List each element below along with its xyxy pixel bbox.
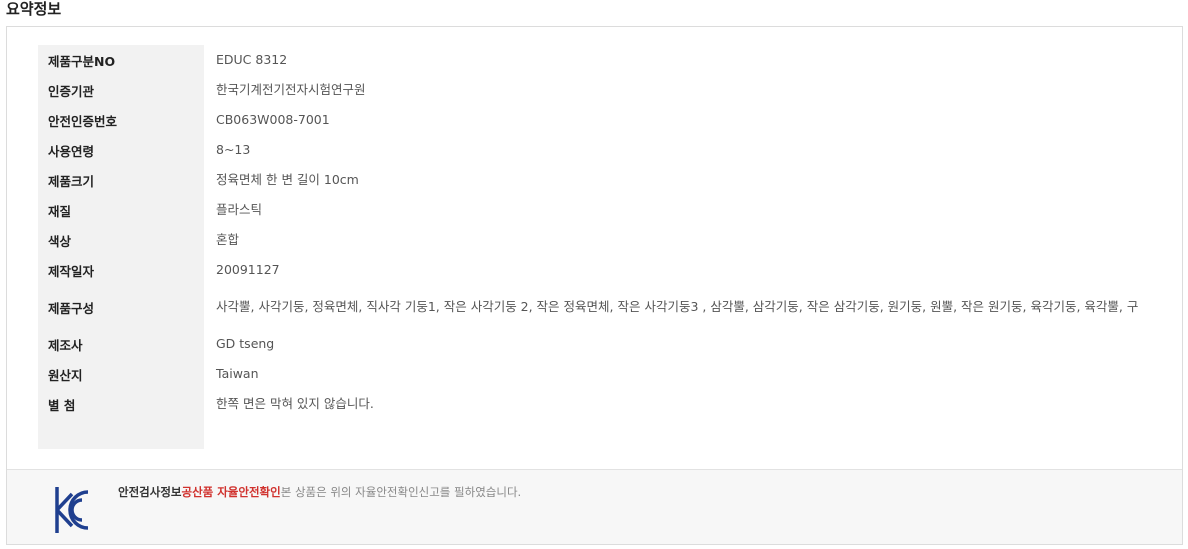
spec-value: 혼합 — [216, 232, 240, 247]
spec-row-product-no: 제품구분NO EDUC 8312 — [38, 45, 1152, 75]
spec-label: 제작일자 — [48, 263, 95, 279]
spec-label: 별 첨 — [48, 397, 76, 413]
summary-info-box: 제품구분NO EDUC 8312 인증기관 한국기계전기전자시험연구원 안전인증… — [6, 26, 1183, 545]
spec-value: 한쪽 면은 막혀 있지 않습니다. — [216, 396, 374, 411]
spec-row-attachment: 별 첨 한쪽 면은 막혀 있지 않습니다. — [38, 389, 1152, 419]
spec-label: 인증기관 — [48, 83, 95, 99]
spec-row-size: 제품크기 정육면체 한 변 길이 10cm — [38, 165, 1152, 195]
spec-row-manufacturer: 제조사 GD tseng — [38, 329, 1152, 359]
spec-value: 플라스틱 — [216, 202, 263, 217]
spec-label: 사용연령 — [48, 143, 95, 159]
spec-label: 제조사 — [48, 337, 83, 353]
spec-label: 제품구성 — [48, 300, 95, 316]
safety-info-footer: 안전검사정보공산품 자율안전확인본 상품은 위의 자율안전확인신고를 필하였습니… — [7, 469, 1182, 544]
spec-row-origin: 원산지 Taiwan — [38, 359, 1152, 389]
spec-value: 20091127 — [216, 262, 280, 277]
spec-row-age: 사용연령 8~13 — [38, 135, 1152, 165]
spec-value: 정육면체 한 변 길이 10cm — [216, 172, 359, 187]
safety-info-text: 안전검사정보공산품 자율안전확인본 상품은 위의 자율안전확인신고를 필하였습니… — [118, 484, 521, 500]
spec-value: 한국기계전기전자시험연구원 — [216, 82, 366, 97]
spec-label: 원산지 — [48, 367, 83, 383]
spec-label: 재질 — [48, 203, 72, 219]
spec-label: 제품크기 — [48, 173, 95, 189]
spec-value: Taiwan — [216, 366, 259, 381]
section-title: 요약정보 — [6, 0, 62, 18]
spec-row-cert-agency: 인증기관 한국기계전기전자시험연구원 — [38, 75, 1152, 105]
spec-row-manufacture-date: 제작일자 20091127 — [38, 255, 1152, 285]
spec-value: CB063W008-7001 — [216, 112, 330, 127]
self-safety-confirmation-label: 공산품 자율안전확인 — [181, 485, 281, 499]
spec-row-color: 색상 혼합 — [38, 225, 1152, 255]
spec-label: 색상 — [48, 233, 72, 249]
spec-row-material: 재질 플라스틱 — [38, 195, 1152, 225]
spec-value: 사각뿔, 사각기둥, 정육면체, 직사각 기둥1, 작은 사각기둥 2, 작은 … — [216, 299, 1139, 314]
safety-info-description: 본 상품은 위의 자율안전확인신고를 필하였습니다. — [280, 485, 522, 499]
spec-table: 제품구분NO EDUC 8312 인증기관 한국기계전기전자시험연구원 안전인증… — [38, 45, 1152, 419]
kc-certification-icon — [52, 484, 92, 536]
spec-row-cert-number: 안전인증번호 CB063W008-7001 — [38, 105, 1152, 135]
spec-value: 8~13 — [216, 142, 251, 157]
spec-value: GD tseng — [216, 336, 275, 351]
spec-label: 안전인증번호 — [48, 113, 118, 129]
spec-label: 제품구분NO — [48, 53, 116, 69]
spec-row-components: 제품구성 사각뿔, 사각기둥, 정육면체, 직사각 기둥1, 작은 사각기둥 2… — [38, 285, 1152, 329]
spec-value: EDUC 8312 — [216, 52, 288, 67]
safety-info-label: 안전검사정보 — [118, 485, 182, 499]
